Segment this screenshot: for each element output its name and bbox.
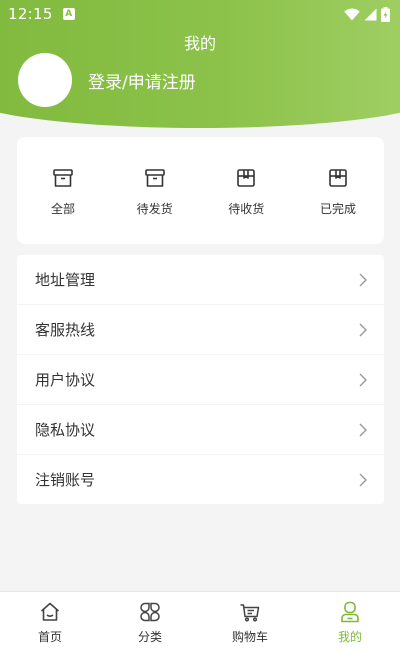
order-completed-button[interactable]: 已完成 <box>298 137 378 244</box>
menu-item-label: 用户协议 <box>35 371 96 389</box>
menu-item-privacy[interactable]: 隐私协议 <box>17 405 384 454</box>
nav-mine-label: 我的 <box>337 630 362 644</box>
nav-home-label: 首页 <box>37 630 62 644</box>
package-icon <box>329 169 347 187</box>
home-icon <box>40 602 60 621</box>
avatar[interactable] <box>18 53 72 107</box>
bottom-nav: 首页 分类 购物车 我的 <box>0 591 400 652</box>
menu-item-label: 客服热线 <box>35 321 96 339</box>
menu-item-label: 注销账号 <box>35 471 96 489</box>
nav-cart[interactable]: 购物车 <box>200 592 300 652</box>
order-completed-label: 已完成 <box>319 202 356 216</box>
chevron-right-icon <box>359 373 367 386</box>
status-right <box>344 6 390 22</box>
menu-item-label: 隐私协议 <box>35 421 96 439</box>
order-to-ship-button[interactable]: 待发货 <box>115 137 195 244</box>
order-to-receive-label: 待收货 <box>228 202 265 216</box>
order-to-receive-button[interactable]: 待收货 <box>206 137 286 244</box>
page-title: 我的 <box>183 34 216 53</box>
chevron-right-icon <box>359 473 367 486</box>
menu-item-address[interactable]: 地址管理 <box>17 255 384 304</box>
menu-item-user-agreement[interactable]: 用户协议 <box>17 355 384 404</box>
chevron-right-icon <box>359 323 367 336</box>
cart-icon <box>240 604 260 622</box>
login-register-link[interactable]: 登录/申请注册 <box>88 68 196 93</box>
orders-card: 全部 待发货 待收货 已完成 <box>17 137 384 244</box>
menu-item-label: 地址管理 <box>35 271 96 289</box>
status-bar: 12:15 A <box>0 0 400 28</box>
menu-item-delete-account[interactable]: 注销账号 <box>17 455 384 504</box>
order-to-ship-label: 待发货 <box>136 202 173 216</box>
menu-item-customer-service[interactable]: 客服热线 <box>17 305 384 354</box>
signal-icon <box>364 8 377 20</box>
nav-home[interactable]: 首页 <box>0 592 100 652</box>
profile-header[interactable]: 登录/申请注册 <box>18 53 196 107</box>
wifi-icon <box>344 7 360 20</box>
order-all-label: 全部 <box>50 202 75 216</box>
box-icon <box>144 169 165 187</box>
status-time: 12:15 <box>8 5 53 23</box>
a-icon: A <box>62 8 75 20</box>
package-icon <box>237 169 256 187</box>
chevron-right-icon <box>359 423 367 436</box>
nav-category-label: 分类 <box>137 630 162 644</box>
user-icon <box>341 601 359 623</box>
order-all-button[interactable]: 全部 <box>23 137 103 244</box>
profile-page: 12:15 A 我的 登录/申请注册 全部 待发货 待收货 已完成 地址管理 客… <box>0 0 400 652</box>
nav-category[interactable]: 分类 <box>100 592 200 652</box>
box-icon <box>53 169 73 187</box>
chevron-right-icon <box>359 273 367 286</box>
settings-menu: 地址管理 客服热线 用户协议 隐私协议 注销账号 <box>17 255 384 505</box>
battery-icon <box>381 6 390 22</box>
status-left: 12:15 A <box>8 5 75 23</box>
nav-cart-label: 购物车 <box>231 630 268 644</box>
category-icon <box>140 602 160 622</box>
nav-mine[interactable]: 我的 <box>300 592 400 652</box>
